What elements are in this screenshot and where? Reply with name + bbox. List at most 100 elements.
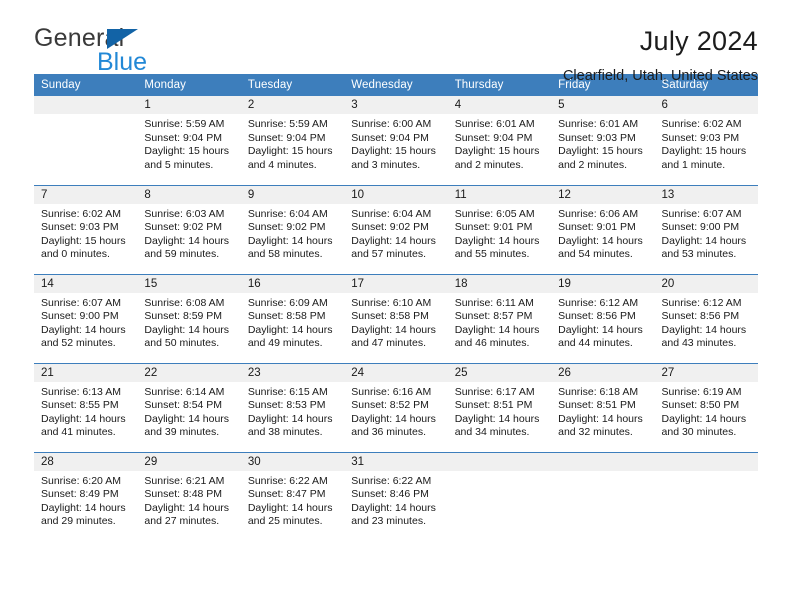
day-cell[interactable]: 13 Sunrise: 6:07 AM Sunset: 9:00 PM Dayl… bbox=[654, 184, 758, 274]
day-cell[interactable]: 2 Sunrise: 5:59 AM Sunset: 9:04 PM Dayli… bbox=[240, 96, 345, 185]
daylight-text-line1: Daylight: 14 hours bbox=[41, 501, 126, 514]
calendar-page: General Blue July 2024 Clearfield, Utah,… bbox=[0, 0, 792, 612]
daylight-text-line1: Daylight: 14 hours bbox=[351, 323, 436, 336]
day-details: Sunrise: 6:19 AM Sunset: 8:50 PM Dayligh… bbox=[655, 382, 758, 440]
general-blue-logo[interactable]: General Blue bbox=[34, 26, 184, 78]
day-number: 8 bbox=[137, 185, 241, 204]
week-row: 21 Sunrise: 6:13 AM Sunset: 8:55 PM Dayl… bbox=[34, 362, 758, 452]
day-cell[interactable]: 6 Sunrise: 6:02 AM Sunset: 9:03 PM Dayli… bbox=[654, 96, 758, 185]
day-cell[interactable]: 21 Sunrise: 6:13 AM Sunset: 8:55 PM Dayl… bbox=[34, 362, 138, 452]
daylight-text-line1: Daylight: 14 hours bbox=[247, 323, 333, 336]
day-number: 12 bbox=[551, 185, 655, 204]
day-cell[interactable]: 26 Sunrise: 6:18 AM Sunset: 8:51 PM Dayl… bbox=[551, 362, 655, 452]
daylight-text-line2: and 23 minutes. bbox=[351, 515, 426, 528]
day-cell[interactable]: 24 Sunrise: 6:16 AM Sunset: 8:52 PM Dayl… bbox=[344, 362, 448, 452]
day-cell[interactable]: 15 Sunrise: 6:08 AM Sunset: 8:59 PM Dayl… bbox=[137, 273, 241, 363]
day-cell[interactable]: 7 Sunrise: 6:02 AM Sunset: 9:03 PM Dayli… bbox=[34, 184, 138, 274]
daylight-text-line1: Daylight: 14 hours bbox=[351, 412, 436, 425]
day-cell[interactable] bbox=[551, 451, 655, 541]
day-cell[interactable]: 14 Sunrise: 6:07 AM Sunset: 9:00 PM Dayl… bbox=[34, 273, 138, 363]
day-details: Sunrise: 6:01 AM Sunset: 9:03 PM Dayligh… bbox=[551, 114, 654, 172]
day-details: Sunrise: 6:09 AM Sunset: 8:58 PM Dayligh… bbox=[241, 293, 344, 351]
week-row: 7 Sunrise: 6:02 AM Sunset: 9:03 PM Dayli… bbox=[34, 184, 758, 274]
day-number: 23 bbox=[240, 363, 345, 382]
day-details: Sunrise: 6:15 AM Sunset: 8:53 PM Dayligh… bbox=[241, 382, 344, 440]
sunset-text: Sunset: 9:03 PM bbox=[661, 131, 740, 144]
day-details: Sunrise: 6:11 AM Sunset: 8:57 PM Dayligh… bbox=[448, 293, 551, 351]
daylight-text-line1: Daylight: 14 hours bbox=[351, 501, 436, 514]
title-block: July 2024 Clearfield, Utah, United State… bbox=[563, 26, 758, 84]
day-cell[interactable]: 19 Sunrise: 6:12 AM Sunset: 8:56 PM Dayl… bbox=[551, 273, 655, 363]
day-number: 14 bbox=[34, 274, 138, 293]
day-cell[interactable]: 30 Sunrise: 6:22 AM Sunset: 8:47 PM Dayl… bbox=[240, 451, 345, 541]
day-cell[interactable]: 28 Sunrise: 6:20 AM Sunset: 8:49 PM Dayl… bbox=[34, 451, 138, 541]
daylight-text-line1: Daylight: 14 hours bbox=[144, 323, 230, 336]
day-details: Sunrise: 6:13 AM Sunset: 8:55 PM Dayligh… bbox=[34, 382, 137, 440]
day-number: 29 bbox=[137, 452, 241, 471]
day-cell[interactable]: 22 Sunrise: 6:14 AM Sunset: 8:54 PM Dayl… bbox=[137, 362, 241, 452]
daylight-text-line2: and 38 minutes. bbox=[247, 426, 323, 439]
day-cell[interactable]: 3 Sunrise: 6:00 AM Sunset: 9:04 PM Dayli… bbox=[344, 96, 448, 185]
day-cell[interactable]: 10 Sunrise: 6:04 AM Sunset: 9:02 PM Dayl… bbox=[344, 184, 448, 274]
daylight-text-line2: and 1 minute. bbox=[661, 158, 726, 171]
day-cell[interactable]: 9 Sunrise: 6:04 AM Sunset: 9:02 PM Dayli… bbox=[240, 184, 345, 274]
day-details: Sunrise: 6:02 AM Sunset: 9:03 PM Dayligh… bbox=[34, 204, 137, 262]
daylight-text-line1: Daylight: 14 hours bbox=[661, 234, 747, 247]
weekday-header-wednesday: Wednesday bbox=[344, 74, 448, 96]
daylight-text-line2: and 53 minutes. bbox=[661, 248, 737, 261]
day-number: 10 bbox=[344, 185, 448, 204]
calendar-body: 1 Sunrise: 5:59 AM Sunset: 9:04 PM Dayli… bbox=[34, 96, 758, 541]
sunset-text: Sunset: 9:03 PM bbox=[41, 221, 119, 234]
daylight-text-line1: Daylight: 15 hours bbox=[247, 145, 333, 158]
day-cell[interactable] bbox=[654, 451, 758, 541]
sunset-text: Sunset: 9:04 PM bbox=[144, 131, 223, 144]
daylight-text-line2: and 30 minutes. bbox=[661, 426, 737, 439]
day-number: 17 bbox=[344, 274, 448, 293]
blue-triangle-logo-icon bbox=[107, 29, 138, 49]
day-details: Sunrise: 6:22 AM Sunset: 8:46 PM Dayligh… bbox=[344, 471, 447, 529]
day-cell[interactable]: 5 Sunrise: 6:01 AM Sunset: 9:03 PM Dayli… bbox=[551, 96, 655, 185]
sunrise-text: Sunrise: 6:22 AM bbox=[351, 474, 432, 487]
day-cell[interactable]: 18 Sunrise: 6:11 AM Sunset: 8:57 PM Dayl… bbox=[447, 273, 552, 363]
day-details bbox=[551, 471, 654, 475]
day-cell[interactable]: 20 Sunrise: 6:12 AM Sunset: 8:56 PM Dayl… bbox=[654, 273, 758, 363]
sunrise-text: Sunrise: 6:12 AM bbox=[558, 296, 639, 309]
day-cell[interactable]: 25 Sunrise: 6:17 AM Sunset: 8:51 PM Dayl… bbox=[447, 362, 552, 452]
day-number: 22 bbox=[137, 363, 241, 382]
day-cell[interactable]: 31 Sunrise: 6:22 AM Sunset: 8:46 PM Dayl… bbox=[344, 451, 448, 541]
daylight-text-line1: Daylight: 15 hours bbox=[41, 234, 126, 247]
sunrise-text: Sunrise: 6:13 AM bbox=[41, 385, 121, 398]
sunset-text: Sunset: 8:59 PM bbox=[144, 310, 223, 323]
day-cell[interactable]: 17 Sunrise: 6:10 AM Sunset: 8:58 PM Dayl… bbox=[344, 273, 448, 363]
day-cell[interactable]: 23 Sunrise: 6:15 AM Sunset: 8:53 PM Dayl… bbox=[240, 362, 345, 452]
day-number bbox=[551, 452, 655, 471]
day-cell[interactable]: 16 Sunrise: 6:09 AM Sunset: 8:58 PM Dayl… bbox=[240, 273, 345, 363]
sunset-text: Sunset: 8:46 PM bbox=[351, 488, 429, 501]
day-details: Sunrise: 6:00 AM Sunset: 9:04 PM Dayligh… bbox=[344, 114, 447, 172]
day-cell[interactable] bbox=[447, 451, 552, 541]
daylight-text-line2: and 55 minutes. bbox=[454, 248, 530, 261]
sunset-text: Sunset: 9:02 PM bbox=[247, 221, 326, 234]
day-cell[interactable]: 11 Sunrise: 6:05 AM Sunset: 9:01 PM Dayl… bbox=[447, 184, 552, 274]
day-cell[interactable]: 4 Sunrise: 6:01 AM Sunset: 9:04 PM Dayli… bbox=[447, 96, 552, 185]
sunrise-sunset-calendar: Sunday Monday Tuesday Wednesday Thursday… bbox=[34, 74, 758, 541]
sunset-text: Sunset: 9:04 PM bbox=[247, 131, 326, 144]
day-cell[interactable]: 12 Sunrise: 6:06 AM Sunset: 9:01 PM Dayl… bbox=[551, 184, 655, 274]
day-cell[interactable]: 29 Sunrise: 6:21 AM Sunset: 8:48 PM Dayl… bbox=[137, 451, 241, 541]
sunrise-text: Sunrise: 6:04 AM bbox=[247, 207, 328, 220]
day-details: Sunrise: 6:07 AM Sunset: 9:00 PM Dayligh… bbox=[655, 204, 758, 262]
day-details bbox=[448, 471, 551, 475]
day-details: Sunrise: 6:01 AM Sunset: 9:04 PM Dayligh… bbox=[448, 114, 551, 172]
daylight-text-line2: and 36 minutes. bbox=[351, 426, 426, 439]
sunset-text: Sunset: 8:56 PM bbox=[661, 310, 740, 323]
day-number: 31 bbox=[344, 452, 448, 471]
sunrise-text: Sunrise: 5:59 AM bbox=[247, 118, 328, 130]
day-cell[interactable]: 27 Sunrise: 6:19 AM Sunset: 8:50 PM Dayl… bbox=[654, 362, 758, 452]
sunrise-text: Sunrise: 6:14 AM bbox=[144, 385, 225, 398]
day-cell[interactable]: 1 Sunrise: 5:59 AM Sunset: 9:04 PM Dayli… bbox=[137, 96, 241, 185]
sunset-text: Sunset: 9:01 PM bbox=[558, 221, 636, 234]
day-cell[interactable] bbox=[34, 96, 138, 185]
daylight-text-line2: and 52 minutes. bbox=[41, 337, 116, 350]
daylight-text-line2: and 49 minutes. bbox=[247, 337, 323, 350]
day-cell[interactable]: 8 Sunrise: 6:03 AM Sunset: 9:02 PM Dayli… bbox=[137, 184, 241, 274]
